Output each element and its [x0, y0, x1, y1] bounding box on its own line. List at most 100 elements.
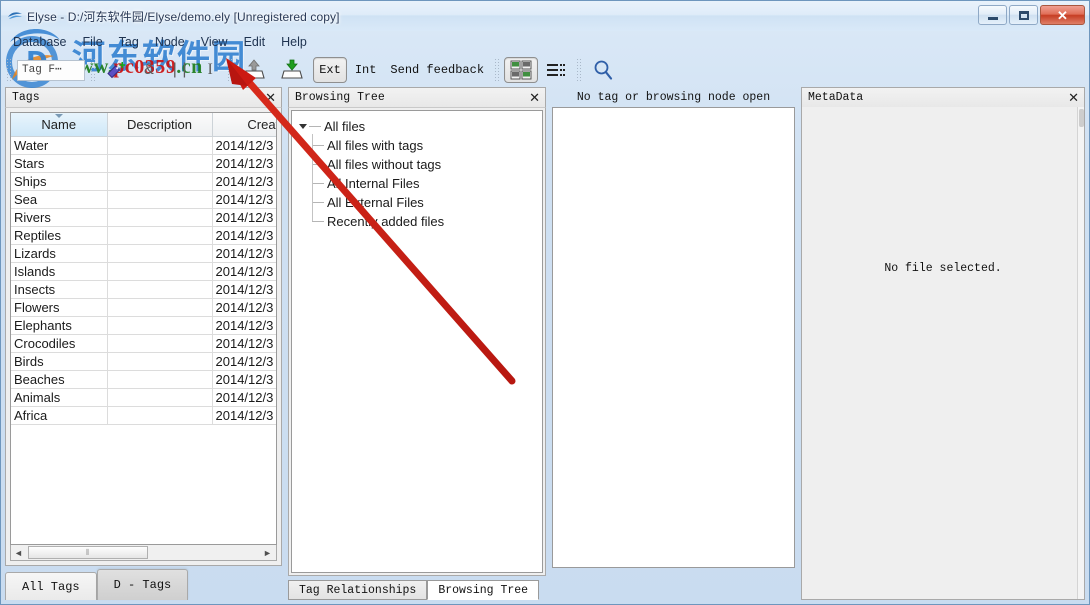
tags-panel-close-icon[interactable]: ✕ [265, 91, 276, 104]
tree-node[interactable]: All files with tags [312, 136, 538, 155]
tag-plus-icon [107, 62, 126, 79]
add-tag-button[interactable] [100, 57, 134, 83]
tags-panel-body: Name Description Creation Water2014/12/ [5, 107, 282, 566]
metadata-close-icon[interactable]: ✕ [1068, 91, 1079, 104]
metadata-scrollbar[interactable] [1077, 107, 1084, 599]
tag-name-cell: Crocodiles [11, 334, 108, 353]
table-row[interactable]: Islands 2014/12/3 [11, 262, 276, 281]
export-database-button[interactable] [237, 57, 273, 83]
maximize-icon [1018, 10, 1029, 20]
table-row[interactable]: Sea 2014/12/3 [11, 190, 276, 209]
column-header-description[interactable]: Description [107, 113, 213, 137]
table-row[interactable]: Reptiles 2014/12/3 [11, 226, 276, 245]
list-view-button[interactable] [540, 57, 572, 83]
menu-item-node[interactable]: Node [147, 33, 193, 51]
tag-creation-cell: 2014/12/3 [212, 262, 276, 281]
browsing-tree-panel: Browsing Tree ✕ All files All files with… [288, 87, 546, 600]
tree-node-all-files[interactable]: All files [296, 117, 538, 136]
tree-children: All files with tags All files without tag… [296, 134, 538, 231]
tags-table: Name Description Creation Water2014/12/ [11, 113, 276, 425]
tree-node[interactable]: All Internal Files [312, 174, 538, 193]
table-row[interactable]: Lizards 2014/12/3 [11, 244, 276, 263]
tag-name-cell: Lizards [11, 244, 108, 263]
tag-description-cell [107, 298, 213, 317]
menu-item-tag[interactable]: Tag [111, 33, 147, 51]
table-row[interactable]: Beaches 2014/12/3 [11, 370, 276, 389]
menu-item-view[interactable]: View [193, 33, 236, 51]
minimize-icon [987, 16, 998, 20]
toolbar-group-view-mode [491, 55, 573, 85]
thumbnail-view-button[interactable] [504, 57, 539, 83]
column-header-name[interactable]: Name [11, 113, 108, 137]
tag-creation-cell: 2014/12/3 [212, 316, 276, 335]
tag-name-cell: Africa [11, 406, 108, 425]
scrollbar-thumb[interactable] [1079, 109, 1084, 127]
send-feedback-label: Send feedback [390, 63, 485, 77]
tree-node[interactable]: All External Files [312, 193, 538, 212]
tab-all-tags[interactable]: All Tags [5, 572, 97, 600]
minimize-button[interactable] [978, 5, 1007, 25]
tray-up-arrow-icon [243, 59, 265, 79]
close-button[interactable]: ✕ [1040, 5, 1085, 25]
menu-item-help[interactable]: Help [273, 33, 315, 51]
metadata-title: MetaData [808, 91, 864, 104]
tag-name-cell: Animals [11, 388, 108, 407]
tag-filter-input[interactable]: Tag F⋯ [17, 59, 85, 81]
scrollbar-thumb[interactable]: ⦀ [28, 546, 148, 559]
table-row[interactable]: Animals 2014/12/3 [11, 388, 276, 407]
table-row[interactable]: Ships 2014/12/3 [11, 172, 276, 191]
close-icon: ✕ [1057, 7, 1068, 23]
import-database-button[interactable] [275, 57, 311, 83]
table-row[interactable]: Insects 2014/12/3 [11, 280, 276, 299]
table-row[interactable]: Water 2014/12/3 [11, 136, 276, 155]
tags-table-container: Name Description Creation Water2014/12/ [10, 112, 277, 545]
search-button[interactable] [586, 57, 620, 83]
column-header-creation[interactable]: Creation [212, 113, 276, 137]
ext-mode-button[interactable]: Ext [313, 57, 347, 83]
tab-browsing-tree[interactable]: Browsing Tree [427, 580, 540, 600]
tab-tag-relationships[interactable]: Tag Relationships [288, 580, 428, 600]
table-row[interactable]: Rivers 2014/12/3 [11, 208, 276, 227]
int-mode-button[interactable]: Int [349, 57, 383, 83]
operator-and-button[interactable]: & [136, 57, 162, 83]
browsing-tree-content: All files All files with tags All files w… [291, 110, 543, 573]
send-feedback-button[interactable]: Send feedback [384, 57, 490, 83]
browsing-tree-titlebar: Browsing Tree ✕ [288, 87, 546, 107]
table-row[interactable]: Stars 2014/12/3 [11, 154, 276, 173]
tag-name-cell: Reptiles [11, 226, 108, 245]
tags-horizontal-scrollbar[interactable]: ◄ ⦀ ► [10, 545, 277, 561]
tree-node[interactable]: Recently added files [312, 212, 538, 231]
tag-creation-cell: 2014/12/3 [212, 136, 276, 155]
toolbar-grip[interactable] [576, 58, 583, 82]
menu-item-edit[interactable]: Edit [236, 33, 274, 51]
tag-name-cell: Stars [11, 154, 108, 173]
tag-description-cell [107, 154, 213, 173]
tab-d-tags[interactable]: D - Tags [96, 569, 189, 600]
toolbar-group-filter: Tag F⋯ [3, 55, 87, 85]
tag-description-cell [107, 388, 213, 407]
scroll-right-arrow-icon[interactable]: ► [260, 546, 275, 560]
toolbar-grip[interactable] [6, 58, 12, 82]
operator-not-button[interactable]: I [197, 57, 223, 83]
tree-node[interactable]: All files without tags [312, 155, 538, 174]
tag-description-cell [107, 190, 213, 209]
toolbar-grip[interactable] [494, 58, 501, 82]
table-row[interactable]: Flowers 2014/12/3 [11, 298, 276, 317]
tag-name-cell: Sea [11, 190, 108, 209]
table-row[interactable]: Africa 2014/12/3 [11, 406, 276, 425]
maximize-button[interactable] [1009, 5, 1038, 25]
menu-item-database[interactable]: Database [5, 33, 75, 51]
menu-item-file[interactable]: File [75, 33, 111, 51]
table-row[interactable]: Birds 2014/12/3 [11, 352, 276, 371]
table-row[interactable]: Elephants 2014/12/3 [11, 316, 276, 335]
tree-connector [309, 126, 321, 127]
chevron-down-icon[interactable] [296, 124, 309, 129]
scroll-left-arrow-icon[interactable]: ◄ [11, 546, 26, 560]
tags-table-header-row: Name Description Creation [11, 113, 276, 137]
toolbar-grip[interactable] [227, 58, 234, 82]
operator-or-button[interactable]: || [164, 57, 195, 83]
table-row[interactable]: Crocodiles 2014/12/3 [11, 334, 276, 353]
file-view-canvas[interactable] [552, 107, 795, 568]
browsing-tree-close-icon[interactable]: ✕ [529, 91, 540, 104]
toolbar-grip[interactable] [90, 58, 96, 82]
